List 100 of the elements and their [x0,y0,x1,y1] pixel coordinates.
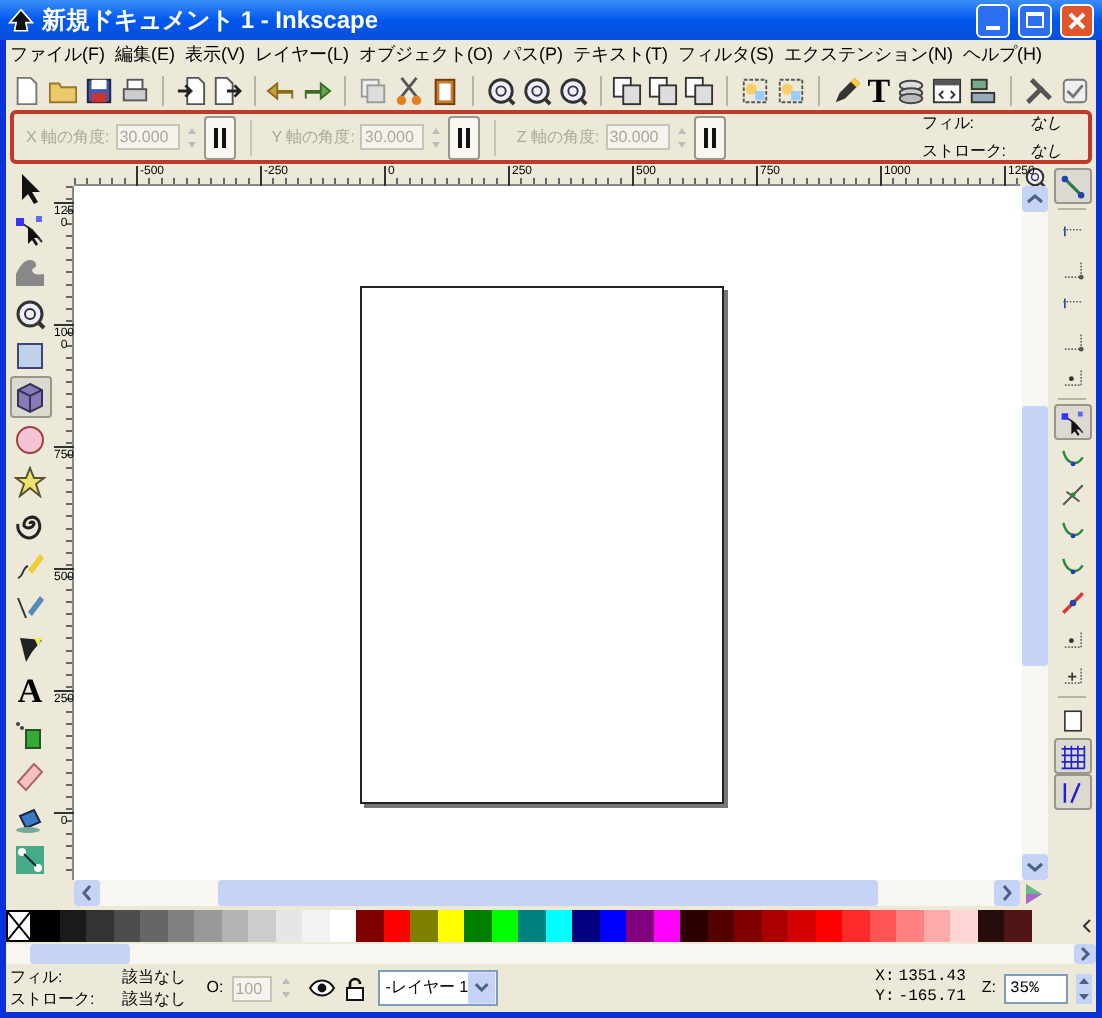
padlock-icon[interactable] [343,975,366,1001]
layers-icon[interactable] [896,75,927,105]
zoom-icon[interactable] [485,75,516,105]
zoom-icon[interactable] [521,75,552,105]
color-swatch[interactable] [788,910,815,942]
scroll-left-icon[interactable] [74,880,100,906]
color-swatch[interactable] [869,910,896,942]
close-button[interactable] [1060,3,1094,37]
text-button[interactable]: T [867,72,891,108]
scroll-down-icon[interactable] [1022,854,1048,880]
import-icon[interactable] [175,75,206,105]
color-swatch[interactable] [923,910,950,942]
snap-button[interactable] [1053,738,1091,774]
vertical-scrollbar[interactable] [1022,186,1048,880]
text-tool-button[interactable]: A [9,670,51,712]
color-swatch[interactable] [842,910,869,942]
zoom-icon[interactable] [557,75,588,105]
menu-item[interactable]: フィルタ(S) [678,41,774,69]
tool-button[interactable] [9,376,51,418]
minimize-button[interactable] [976,3,1010,37]
color-swatch[interactable] [491,910,518,942]
color-swatch[interactable] [329,910,356,942]
menu-item[interactable]: ファイル(F) [10,41,105,69]
menu-item[interactable]: エクステンション(N) [784,41,953,69]
scroll-right-icon[interactable] [1074,944,1096,964]
color-swatch[interactable] [950,910,977,942]
zoom-field[interactable]: 35% [1004,973,1068,1003]
color-swatch[interactable] [896,910,923,942]
color-swatch[interactable] [194,910,221,942]
align-icon[interactable] [968,75,999,105]
group-icon[interactable] [775,75,806,105]
color-swatch[interactable] [221,910,248,942]
color-swatch[interactable] [1004,910,1031,942]
color-swatch[interactable] [113,910,140,942]
scissors-icon[interactable] [393,75,424,105]
fill-stroke-icon[interactable] [831,75,862,105]
snap-button[interactable] [1053,774,1091,810]
color-swatch[interactable] [680,910,707,942]
color-swatch[interactable] [464,910,491,942]
maximize-button[interactable] [1018,3,1052,37]
floppy-icon[interactable] [84,75,114,105]
color-swatch[interactable] [815,910,842,942]
menu-item[interactable]: ヘルプ(H) [963,41,1042,69]
color-swatch[interactable] [302,910,329,942]
color-swatch[interactable] [572,910,599,942]
color-swatch[interactable] [599,910,626,942]
color-swatch[interactable] [86,910,113,942]
copy-icon[interactable] [684,75,715,105]
color-swatch[interactable] [734,910,761,942]
xml-editor-icon[interactable] [932,75,963,105]
color-swatch[interactable] [167,910,194,942]
color-swatch[interactable] [518,910,545,942]
color-triangle-icon[interactable] [1024,882,1044,904]
scroll-thumb[interactable] [30,944,130,964]
color-swatch[interactable] [32,910,59,942]
spin-arrows-icon[interactable] [1076,973,1092,1003]
color-swatch[interactable] [383,910,410,942]
group-icon[interactable] [739,75,770,105]
copy-icon[interactable] [648,75,679,105]
state-toggle-button[interactable] [693,115,726,159]
horizontal-scrollbar[interactable] [74,880,1020,906]
no-paint-swatch[interactable] [6,910,32,942]
layer-dropdown[interactable]: -レイヤー 1 [377,970,498,1006]
color-swatch[interactable] [653,910,680,942]
color-swatch[interactable] [761,910,788,942]
preferences-icon[interactable] [1060,75,1091,105]
color-swatch[interactable] [275,910,302,942]
clipboard-icon[interactable] [429,75,460,105]
menu-item[interactable]: オブジェクト(O) [359,41,493,69]
scroll-right-icon[interactable] [994,880,1020,906]
menu-item[interactable]: パス(P) [503,41,563,69]
menu-item[interactable]: 編集(E) [115,41,175,69]
color-swatch[interactable] [140,910,167,942]
color-swatch[interactable] [59,910,86,942]
state-toggle-button[interactable] [203,115,236,159]
color-swatch[interactable] [545,910,572,942]
scroll-thumb[interactable] [218,880,878,906]
color-swatch[interactable] [437,910,464,942]
menu-item[interactable]: テキスト(T) [573,41,668,69]
state-toggle-button[interactable] [448,115,481,159]
scroll-up-icon[interactable] [1022,186,1048,212]
color-swatch[interactable] [626,910,653,942]
color-swatch[interactable] [356,910,383,942]
menu-item[interactable]: 表示(V) [185,41,245,69]
export-icon[interactable] [211,75,242,105]
copy-icon[interactable] [612,75,643,105]
palette-scrollbar[interactable] [6,944,1096,964]
scroll-thumb[interactable] [1022,406,1048,666]
snap-button[interactable] [1053,404,1091,440]
eye-icon[interactable] [307,976,336,1000]
dropdown-caret-icon[interactable] [468,972,496,1004]
menu-item[interactable]: レイヤー(L) [255,41,349,69]
color-swatch[interactable] [707,910,734,942]
document-icon[interactable] [12,75,42,105]
wrench-icon[interactable] [1024,75,1055,105]
color-swatch[interactable] [410,910,437,942]
color-swatch[interactable] [248,910,275,942]
printer-icon[interactable] [120,75,150,105]
color-swatch[interactable] [977,910,1004,942]
snap-button[interactable] [1053,168,1091,204]
